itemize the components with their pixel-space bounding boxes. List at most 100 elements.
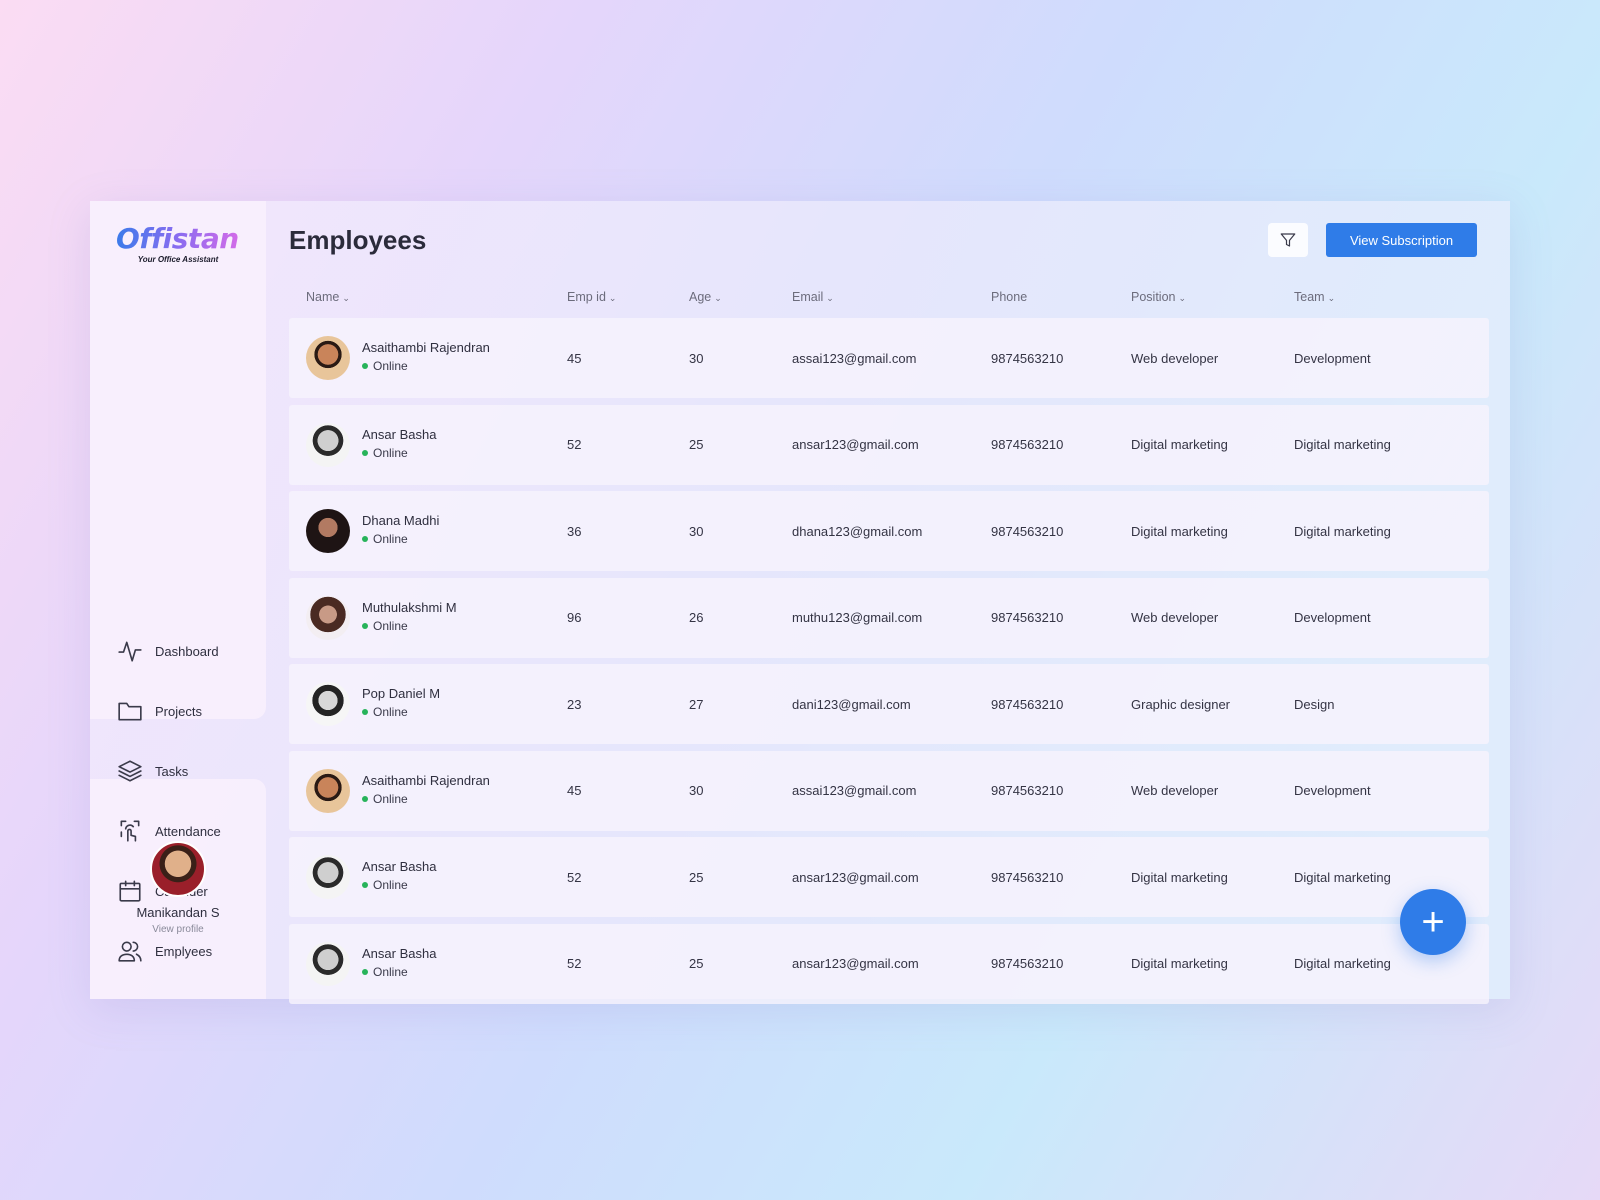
employee-name[interactable]: Ansar Basha: [362, 858, 436, 876]
add-employee-button[interactable]: +: [1400, 889, 1466, 955]
employee-name-cell: Dhana Madhi Online: [362, 512, 439, 548]
emp-id-cell: 52: [567, 869, 582, 885]
chevron-down-icon: ⌄: [826, 293, 834, 303]
column-header-age[interactable]: Age ⌄: [689, 290, 722, 304]
column-header-email[interactable]: Email ⌄: [792, 290, 834, 304]
employee-name-cell: Asaithambi Rajendran Online: [362, 339, 490, 375]
position-cell: Digital marketing: [1131, 523, 1228, 539]
plus-icon: +: [1421, 900, 1445, 944]
table-row[interactable]: Dhana Madhi Online 36 30 dhana123@gmail.com 9…: [289, 491, 1489, 571]
layers-icon: [118, 760, 142, 782]
status-badge: Online: [362, 790, 490, 808]
column-label: Name: [306, 290, 340, 304]
age-cell: 27: [689, 696, 704, 712]
position-cell: Digital marketing: [1131, 869, 1228, 885]
email-cell: assai123@gmail.com: [792, 783, 917, 798]
emp-id-cell: 45: [567, 783, 582, 798]
email-cell: ansar123@gmail.com: [792, 869, 919, 885]
column-header-position[interactable]: Position ⌄: [1131, 290, 1186, 304]
employee-name[interactable]: Dhana Madhi: [362, 512, 439, 530]
employee-name[interactable]: Asaithambi Rajendran: [362, 339, 490, 357]
status-text: Online: [373, 445, 408, 460]
employee-name[interactable]: Ansar Basha: [362, 945, 436, 963]
position-cell: Web developer: [1131, 610, 1219, 625]
sidebar-item-tasks[interactable]: Tasks: [90, 741, 266, 801]
phone-cell: 9874563210: [991, 523, 1064, 539]
filter-button[interactable]: [1268, 223, 1308, 257]
status-text: Online: [373, 359, 408, 373]
age-cell: 25: [689, 869, 704, 885]
employee-name-cell: Muthulakshmi M Online: [362, 599, 457, 635]
employee-name[interactable]: Pop Daniel M: [362, 685, 440, 703]
user-profile: Manikandan S View profile: [90, 841, 266, 935]
age-cell: 30: [689, 783, 704, 798]
status-text: Online: [373, 964, 408, 979]
status-text: Online: [373, 878, 408, 892]
employee-name[interactable]: Asaithambi Rajendran: [362, 772, 490, 790]
column-label: Emp id: [567, 290, 606, 304]
column-header-emp-id[interactable]: Emp id ⌄: [567, 290, 616, 304]
page-title: Employees: [289, 225, 427, 255]
avatar: [306, 336, 350, 380]
team-cell: Digital marketing: [1294, 523, 1391, 539]
status-text: Online: [373, 532, 408, 546]
column-label: Age: [689, 290, 712, 304]
emp-id-cell: 23: [567, 696, 582, 712]
avatar: [306, 595, 350, 640]
view-profile-link[interactable]: View profile: [90, 924, 266, 935]
age-cell: 30: [689, 523, 704, 539]
logo[interactable]: Offistant Your Office Assistant: [116, 221, 252, 264]
sidebar-item-dashboard[interactable]: Dashboard: [90, 621, 266, 681]
online-dot-icon: [362, 882, 368, 888]
age-cell: 25: [689, 956, 704, 971]
sidebar-item-label: Dashboard: [155, 643, 219, 659]
table-row[interactable]: Asaithambi Rajendran Online 45 30 assai123@g…: [289, 318, 1489, 398]
avatar: [306, 509, 350, 553]
status-badge: Online: [362, 703, 440, 721]
column-header-name[interactable]: Name ⌄: [306, 290, 350, 304]
email-cell: assai123@gmail.com: [792, 350, 917, 366]
phone-cell: 9874563210: [991, 350, 1064, 366]
online-dot-icon: [362, 709, 368, 715]
email-cell: ansar123@gmail.com: [792, 956, 919, 971]
column-label: Phone: [991, 290, 1028, 304]
position-cell: Web developer: [1131, 350, 1219, 366]
chevron-down-icon: ⌄: [1178, 293, 1187, 303]
table-row[interactable]: Ansar Basha Online 52 25 ansar123@gmail.com 9…: [289, 837, 1489, 917]
age-cell: 30: [689, 350, 704, 366]
activity-icon: [118, 641, 142, 662]
phone-cell: 9874563210: [991, 610, 1064, 625]
sidebar-item-projects[interactable]: Projects: [90, 681, 266, 741]
column-label: Position: [1131, 290, 1176, 304]
position-cell: Web developer: [1131, 783, 1219, 798]
team-cell: Design: [1294, 696, 1335, 712]
table-row[interactable]: Ansar Basha Online 52 25 ansar123@gmail.com 9…: [289, 404, 1489, 485]
avatar[interactable]: [150, 841, 206, 897]
online-dot-icon: [362, 622, 368, 629]
table-row[interactable]: Asaithambi Rajendran Online 45 30 assai123@g…: [289, 750, 1489, 831]
table-row[interactable]: Pop Daniel M Online 23 27 dani123@gmail.com 9…: [289, 664, 1489, 744]
employee-name[interactable]: Muthulakshmi M: [362, 599, 457, 617]
avatar: [306, 682, 350, 726]
phone-cell: 9874563210: [991, 783, 1064, 798]
table-header: Name ⌄ Emp id ⌄ Age ⌄ Email ⌄ Phone Position…: [306, 290, 1506, 314]
status-badge: Online: [362, 444, 436, 462]
table-row[interactable]: Ansar Basha Online 52 25 ansar123@gmail.com 9…: [289, 923, 1489, 1004]
column-label: Team: [1294, 290, 1325, 304]
status-badge: Online: [362, 876, 436, 894]
avatar: [306, 768, 350, 813]
phone-cell: 9874563210: [991, 956, 1064, 971]
column-header-team[interactable]: Team ⌄: [1294, 290, 1335, 304]
avatar: [306, 422, 350, 467]
folder-icon: [118, 702, 142, 721]
avatar: [306, 855, 350, 899]
employee-name[interactable]: Ansar Basha: [362, 426, 436, 444]
age-cell: 25: [689, 437, 704, 452]
table-row[interactable]: Muthulakshmi M Online 96 26 muthu123@gmail.c…: [289, 577, 1489, 658]
view-subscription-button[interactable]: View Subscription: [1326, 223, 1477, 257]
emp-id-cell: 52: [567, 437, 582, 452]
team-cell: Digital marketing: [1294, 869, 1391, 885]
online-dot-icon: [362, 449, 368, 456]
position-cell: Digital marketing: [1131, 437, 1228, 452]
employee-name-cell: Asaithambi Rajendran Online: [362, 772, 490, 808]
